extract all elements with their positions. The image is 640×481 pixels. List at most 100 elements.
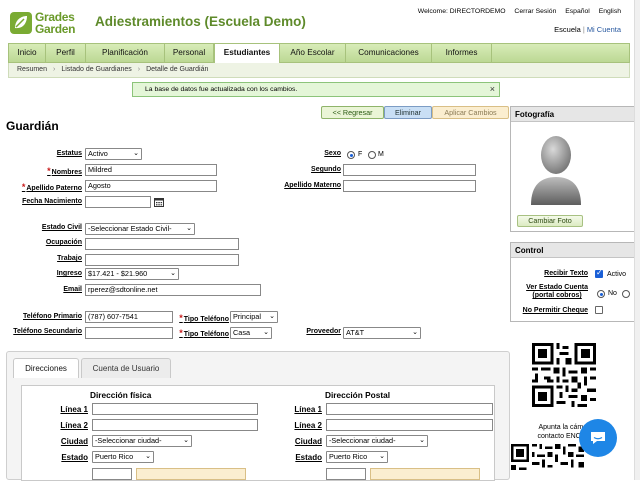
tab-estudiantes[interactable]: Estudiantes [214,44,280,64]
recibir-texto-checkbox[interactable] [595,268,603,278]
ver-estado-cuenta-label: Ver Estado Cuenta (portal cobros) [526,284,588,299]
chevron-down-icon: ⌄ [145,453,151,460]
tel-primario-input[interactable]: (787) 607-7541 [85,311,173,323]
change-photo-button[interactable]: Cambiar Foto [517,215,583,227]
required-marker: * [21,182,26,192]
fisica-linea1-label: Línea 1 [60,405,88,414]
tab-perfil[interactable]: Perfil [46,44,86,62]
calendar-icon[interactable] [154,197,164,207]
fisica-extra-field[interactable] [136,468,246,480]
chat-icon [591,432,605,444]
fecha-nacimiento-label: Fecha Nacimiento [22,198,82,205]
back-button[interactable]: << Regresar [321,106,384,119]
photo-panel-title: Fotografía [511,107,639,122]
postal-estado-select[interactable]: Puerto Rico ⌄ [326,451,388,463]
tab-informes[interactable]: Informes [432,44,492,62]
estado-civil-select[interactable]: -Seleccionar Estado Civil- ⌄ [85,223,195,235]
postal-linea2-input[interactable] [326,419,493,431]
crumb-listado[interactable]: Listado de Guardianes [61,66,131,73]
chevron-down-icon: ⌄ [170,270,176,277]
postal-linea1-label: Línea 1 [294,405,322,414]
trabajo-label: Trabajo [57,255,82,262]
fisica-linea2-label: Línea 2 [60,421,88,430]
ver-estado-yes-radio[interactable] [622,290,630,298]
tab-ano-escolar[interactable]: Año Escolar [280,44,346,62]
address-tabs-panel: Direcciones Cuenta de Usuario Dirección … [6,351,510,481]
qr-code-secondary [510,444,590,470]
ver-estado-no-radio[interactable] [597,290,605,298]
estatus-select[interactable]: Activo ⌄ [85,148,142,160]
tab-cuenta-usuario[interactable]: Cuenta de Usuario [81,358,171,378]
recibir-texto-label: Recibir Texto [544,270,588,277]
fisica-linea2-input[interactable] [92,419,258,431]
chevron-down-icon: ⌄ [379,453,385,460]
postal-extra-field[interactable] [370,468,480,480]
chevron-right-icon: › [52,66,56,73]
apellido-paterno-label: *Apellido Paterno [21,182,82,192]
segundo-input[interactable] [343,164,476,176]
fisica-estado-select[interactable]: Puerto Rico ⌄ [92,451,154,463]
no-permitir-cheque-checkbox[interactable] [595,306,603,314]
fisica-zip-input[interactable] [92,468,132,480]
tab-inicio[interactable]: Inicio [9,44,46,62]
estado-civil-label: Estado Civil [41,224,82,231]
control-panel: Control Recibir Texto Activo Ver Estado … [510,242,640,322]
proveedor-select[interactable]: AT&T ⌄ [343,327,421,339]
fisica-estado-label: Estado [61,453,88,462]
required-marker: * [179,328,183,338]
photo-panel: Fotografía Cambiar Foto [510,106,640,232]
school-account-links: Escuela | Mi Cuenta [554,25,621,34]
tipo-tel-1-select[interactable]: Principal ⌄ [230,311,278,323]
sexo-m-label: M [378,151,384,158]
tab-comunicaciones[interactable]: Comunicaciones [346,44,432,62]
ingreso-select[interactable]: $17.421 - $21.960 ⌄ [85,268,179,280]
my-account-link[interactable]: Mi Cuenta [587,25,621,34]
delete-button[interactable]: Eliminar [384,106,432,119]
sexo-label: Sexo [324,150,341,157]
fisica-ciudad-select[interactable]: -Seleccionar ciudad- ⌄ [92,435,192,447]
lang-es-link[interactable]: Español [565,8,590,15]
tel-secundario-input[interactable] [85,327,173,339]
sexo-f-radio[interactable] [347,151,355,159]
chevron-down-icon: ⌄ [269,313,275,320]
apellido-paterno-input[interactable]: Agosto [85,180,217,192]
postal-linea1-input[interactable] [326,403,493,415]
page-scrollbar[interactable] [634,0,640,480]
trabajo-input[interactable] [85,254,239,266]
estatus-label: Estatus [56,150,82,157]
fecha-nacimiento-input[interactable] [85,196,151,208]
chevron-down-icon: ⌄ [183,437,189,444]
postal-zip-input[interactable] [326,468,366,480]
tipo-tel-1-label: *Tipo Teléfono [179,313,229,323]
apply-changes-button[interactable]: Aplicar Cambios [432,106,509,119]
close-icon[interactable]: × [490,83,495,96]
sexo-m-radio[interactable] [368,151,376,159]
chat-button[interactable] [579,419,617,457]
nombres-input[interactable]: Mildred [85,164,217,176]
main-tabbar: Inicio Perfil Planificación Personal Est… [8,43,630,64]
crumb-resumen[interactable]: Resumen [17,66,47,73]
ingreso-label: Ingreso [56,270,82,277]
logout-link[interactable]: Cerrar Sesión [514,8,556,15]
email-label: Email [63,286,82,293]
fisica-linea1-input[interactable] [92,403,258,415]
lang-en-link[interactable]: English [599,8,621,15]
tab-planificacion[interactable]: Planificación [86,44,165,62]
app-title: Adiestramientos (Escuela Demo) [95,14,306,29]
tab-personal[interactable]: Personal [165,44,214,62]
grades-garden-logo[interactable]: Grades Garden [9,10,91,36]
chevron-right-icon: › [137,66,141,73]
tab-direcciones[interactable]: Direcciones [13,358,79,378]
school-link[interactable]: Escuela [554,25,581,34]
logo-leaf-icon [10,12,32,34]
avatar [531,136,581,205]
tipo-tel-2-select[interactable]: Casa ⌄ [230,327,272,339]
apellido-materno-input[interactable] [343,180,476,192]
no-permitir-cheque-label: No Permitir Cheque [522,307,588,314]
top-nav: Welcome: DIRECTORDEMO Cerrar Sesión Espa… [411,8,621,15]
apellido-materno-label: Apellido Materno [284,182,341,189]
postal-ciudad-select[interactable]: -Seleccionar ciudad- ⌄ [326,435,428,447]
email-input[interactable]: rperez@sdtonline.net [85,284,261,296]
ocupacion-input[interactable] [85,238,239,250]
postal-estado-label: Estado [295,453,322,462]
